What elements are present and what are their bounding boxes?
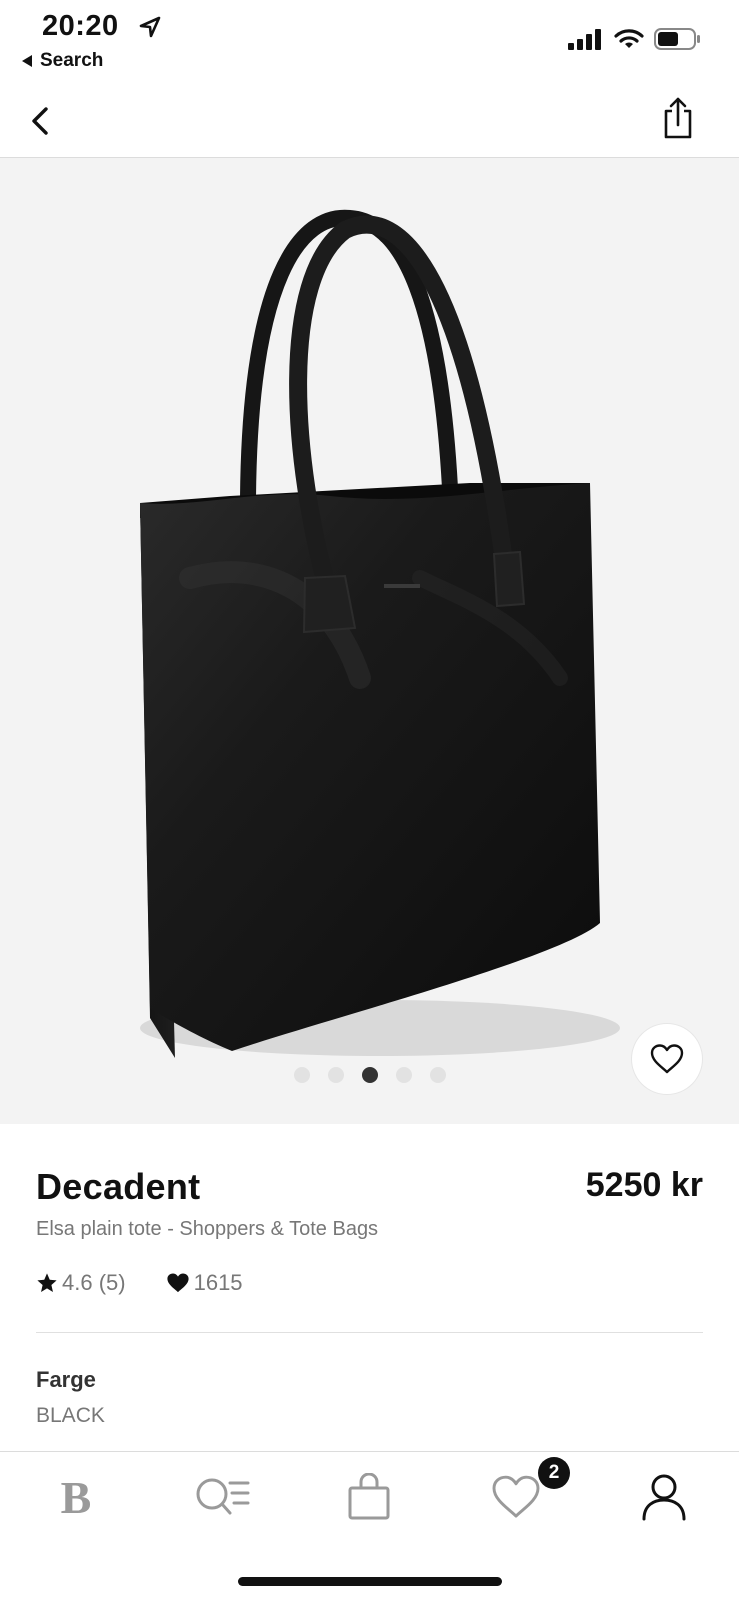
location-arrow-icon bbox=[139, 16, 161, 38]
share-icon[interactable] bbox=[660, 95, 696, 141]
likes-count: 1615 bbox=[193, 1270, 243, 1295]
product-price: 5250 kr bbox=[585, 1166, 703, 1204]
back-triangle-icon bbox=[22, 55, 32, 67]
status-bar: 20:20 Search bbox=[0, 0, 739, 80]
home-indicator[interactable] bbox=[238, 1577, 502, 1586]
product-image-gallery[interactable] bbox=[0, 158, 739, 1124]
heart-icon bbox=[492, 1475, 540, 1518]
signal-icon bbox=[568, 29, 601, 50]
color-label: Farge bbox=[36, 1367, 96, 1392]
pagination-dot[interactable] bbox=[395, 1067, 412, 1083]
chevron-left-icon[interactable] bbox=[26, 103, 56, 139]
tab-bag[interactable] bbox=[334, 1462, 404, 1532]
product-brand[interactable]: Decadent bbox=[36, 1166, 200, 1208]
tab-profile[interactable] bbox=[629, 1462, 699, 1532]
home-logo: B bbox=[60, 1471, 92, 1523]
tab-home[interactable]: B bbox=[41, 1462, 111, 1532]
profile-icon bbox=[642, 1474, 686, 1521]
section-divider bbox=[36, 1332, 703, 1333]
heart-filled-icon bbox=[167, 1273, 189, 1293]
pagination-dot[interactable] bbox=[327, 1067, 344, 1083]
pagination-dot[interactable] bbox=[293, 1067, 310, 1083]
likes-count-group: 1615 bbox=[166, 1270, 243, 1296]
star-icon bbox=[37, 1273, 57, 1292]
add-to-favorites-button[interactable] bbox=[632, 1024, 702, 1094]
back-to-app-link[interactable]: Search bbox=[22, 50, 103, 72]
search-menu-icon bbox=[196, 1478, 250, 1515]
back-to-app-label: Search bbox=[40, 50, 104, 71]
product-image bbox=[140, 209, 620, 1058]
rating-row[interactable]: 4.6 (5) 1615 bbox=[36, 1270, 243, 1296]
status-time: 20:20 bbox=[42, 10, 119, 42]
tab-search[interactable] bbox=[187, 1462, 257, 1532]
battery-icon bbox=[654, 28, 700, 50]
rating-value: 4.6 (5) bbox=[62, 1270, 126, 1295]
product-subtitle: Elsa plain tote - Shoppers & Tote Bags bbox=[36, 1218, 379, 1240]
bag-icon bbox=[348, 1473, 390, 1520]
heart-outline-icon bbox=[650, 1044, 684, 1074]
color-value[interactable]: BLACK bbox=[36, 1404, 105, 1428]
pagination-dot-active[interactable] bbox=[361, 1067, 378, 1083]
pagination-dot[interactable] bbox=[429, 1067, 446, 1083]
wishlist-count-badge: 2 bbox=[538, 1457, 570, 1489]
nav-bar bbox=[0, 85, 739, 158]
wifi-icon bbox=[614, 29, 644, 48]
gallery-pagination bbox=[0, 1067, 739, 1083]
